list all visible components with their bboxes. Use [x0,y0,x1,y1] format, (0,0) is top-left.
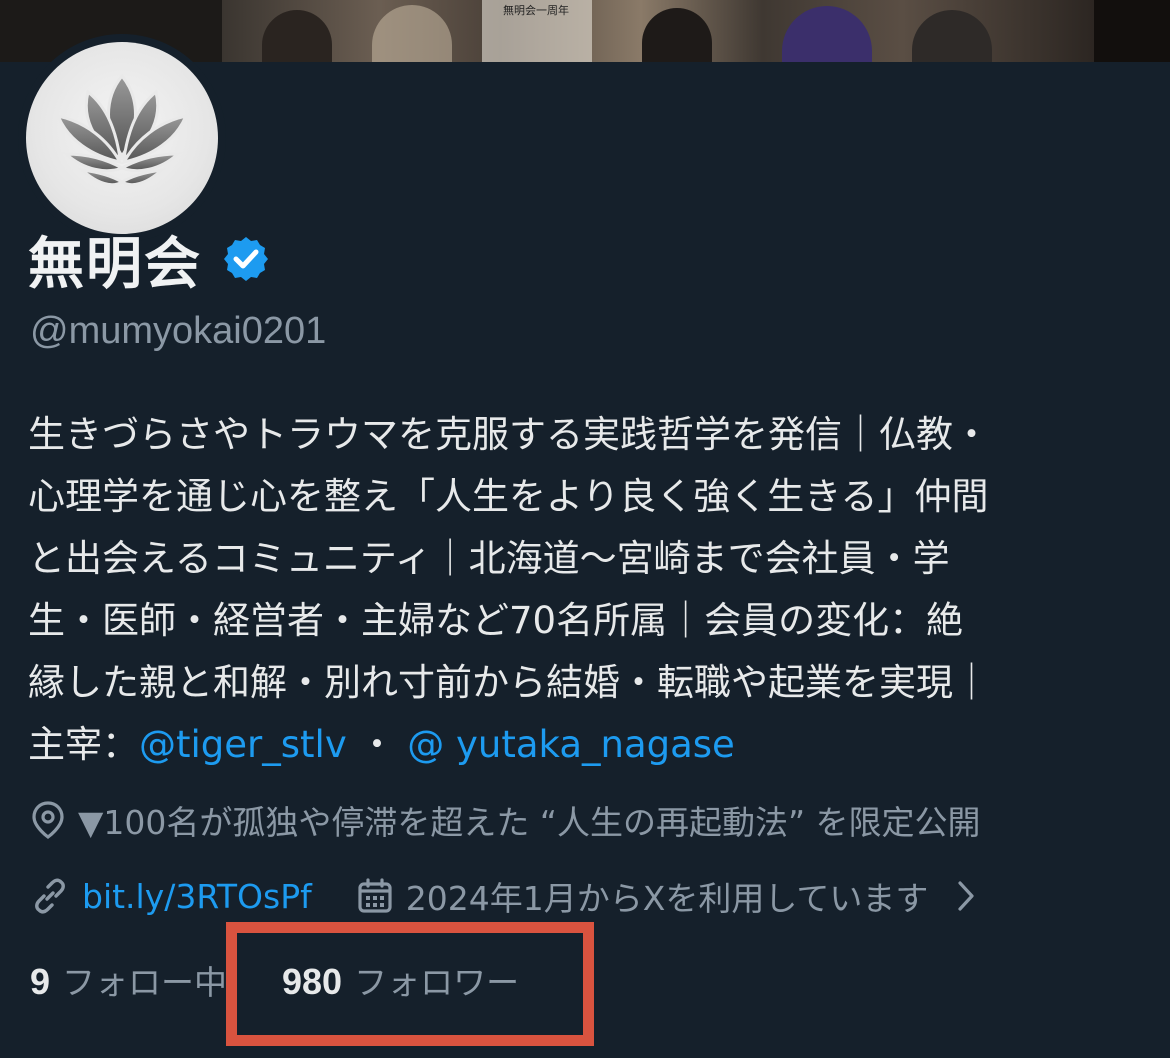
calendar-icon [358,878,392,913]
followers-stats: 980 フォロワー [282,956,519,1004]
avatar[interactable] [26,42,218,234]
profile-meta: bit.ly/3RTOsPf 2024年1月からXを利用しています [30,872,976,920]
bio-prefix: 主宰： [28,723,139,766]
mention-link[interactable]: @ yutaka_nagase [407,723,735,766]
following-label: フォロー中 [62,963,228,1002]
lotus-icon [55,73,189,187]
bio-line: 心理学を通じ心を整え「人生をより良く強く生きる」仲間 [28,475,989,518]
joined-text: 2024年1月からXを利用しています [405,879,929,918]
location-pin-icon [32,801,64,839]
profile-location: ▼100名が孤独や停滞を超えた “人生の再起動法” を限定公開 [30,796,981,844]
following-count: 9 [30,961,51,1002]
profile-stats: 9 フォロー中 [30,956,227,1004]
profile-handle: @mumyokai0201 [30,310,327,352]
bio-line: 生・医師・経営者・主婦など70名所属｜会員の変化：絶 [28,599,964,642]
bio-separator: ・ [346,723,408,766]
profile-bio: 生きづらさやトラウマを克服する実践哲学を発信｜仏教・ 心理学を通じ心を整え「人生… [28,404,1128,776]
location-text: ▼100名が孤独や停滞を超えた “人生の再起動法” を限定公開 [78,803,981,842]
followers-count: 980 [282,961,343,1002]
bio-line: 縁した親と和解・別れ寸前から結婚・転職や起業を実現｜ [28,661,990,704]
profile-url[interactable]: bit.ly/3RTOsPf [30,876,312,916]
verified-badge-icon[interactable] [222,235,270,283]
profile-url-text[interactable]: bit.ly/3RTOsPf [82,877,312,916]
followers-link[interactable]: 980 フォロワー [282,956,519,1004]
mention-link[interactable]: @tiger_stlv [139,723,347,766]
chevron-right-icon[interactable] [956,879,976,913]
bio-line: 生きづらさやトラウマを克服する実践哲学を発信｜仏教・ [28,413,990,456]
profile-name: 無明会 [28,231,202,297]
bio-line-last: 主宰：@tiger_stlv ・ @ yutaka_nagase [28,714,1128,776]
banner-photo: 無明会一周年 [222,0,1094,62]
link-icon [35,878,65,914]
profile-joined: 2024年1月からXを利用しています [356,872,977,920]
profile-name-row: 無明会 [28,224,270,297]
bio-line: と出会えるコミュニティ｜北海道〜宮崎まで会社員・学 [28,537,950,580]
banner-sign-text: 無明会一周年 [503,4,569,17]
following-link[interactable]: 9 フォロー中 [30,956,227,1004]
followers-label: フォロワー [354,963,520,1002]
